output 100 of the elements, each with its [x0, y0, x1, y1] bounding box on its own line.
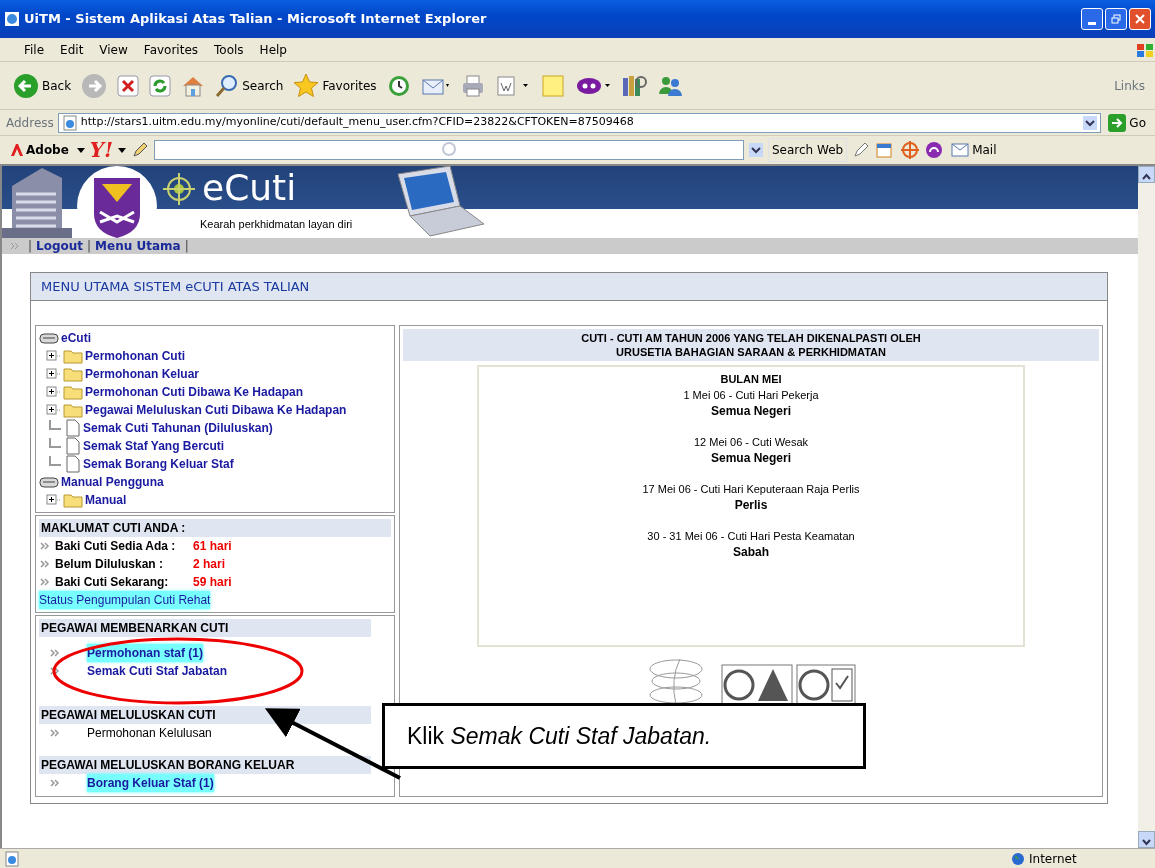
staff-link[interactable]: Semak Cuti Staf Jabatan — [87, 662, 228, 680]
status-zone: Internet — [1029, 850, 1077, 868]
separator: | — [184, 238, 189, 255]
double-chevron-icon — [49, 648, 61, 658]
staff-link[interactable]: Permohonan staf (1) — [87, 644, 203, 662]
expand-icon[interactable] — [45, 384, 61, 400]
tree-link[interactable]: Semak Staf Yang Bercuti — [83, 437, 225, 455]
document-icon — [65, 419, 81, 437]
tree-line-icon — [49, 420, 61, 430]
expand-icon[interactable] — [45, 492, 61, 508]
section-heading: PEGAWAI MELULUSKAN BORANG KELUAR — [41, 757, 295, 774]
tree-link[interactable]: Permohonan Keluar — [85, 365, 200, 383]
back-button[interactable]: Back — [10, 70, 75, 101]
double-chevron-icon — [39, 559, 51, 569]
double-chevron-icon — [39, 577, 51, 587]
menu-item[interactable]: File — [16, 40, 53, 59]
holiday-event: 17 Mei 06 - Cuti Hari Keputeraan Raja Perlis — [641, 482, 861, 497]
folder-icon — [63, 348, 83, 364]
restore-button[interactable] — [1105, 8, 1127, 30]
tree-link[interactable]: Pegawai Meluluskan Cuti Dibawa Ke Hadapan — [85, 401, 347, 419]
search-web-button[interactable]: Search Web — [767, 138, 848, 162]
holiday-event: 30 - 31 Mei 06 - Cuti Hari Pesta Keamatan — [646, 529, 856, 544]
page-icon — [4, 850, 20, 867]
document-icon — [65, 455, 81, 473]
yahoo-logo[interactable]: Y! — [89, 135, 113, 165]
drive-icon — [39, 331, 59, 345]
note-icon — [540, 73, 565, 98]
expand-icon[interactable] — [45, 348, 61, 364]
minimize-button[interactable] — [1081, 8, 1103, 30]
folder-icon — [63, 402, 83, 418]
restore-icon — [1111, 14, 1121, 24]
leave-label: Baki Cuti Sekarang: — [55, 574, 170, 591]
search-field[interactable] — [153, 140, 744, 160]
scroll-up-button[interactable] — [1138, 166, 1155, 183]
month-heading: BULAN MEI — [719, 372, 783, 387]
tree-link[interactable]: Permohonan Cuti Dibawa Ke Hadapan — [85, 383, 304, 401]
crosshair-icon — [162, 172, 196, 206]
leave-value: 61 hari — [193, 538, 232, 555]
headphones-icon[interactable] — [925, 141, 944, 159]
refresh-icon — [149, 74, 172, 97]
tree-link[interactable]: Semak Borang Keluar Staf — [83, 455, 234, 473]
clock-icon — [386, 73, 411, 98]
section-heading: MAKLUMAT CUTI ANDA : — [41, 520, 186, 537]
address-label: Address — [6, 114, 54, 132]
close-button[interactable] — [1129, 8, 1151, 30]
nav-link[interactable]: Logout — [36, 237, 84, 255]
folder-icon — [63, 492, 83, 508]
window-title: UiTM - Sistem Aplikasi Atas Talian - Microsoft Internet Explorer — [24, 10, 488, 29]
dropdown-arrow-icon — [117, 146, 126, 154]
tree-line-icon — [49, 456, 61, 466]
folder-icon — [63, 366, 83, 382]
search-button[interactable]: Search — [212, 71, 287, 100]
menu-item[interactable]: View — [91, 40, 136, 59]
adobe-button[interactable]: Adobe — [8, 139, 72, 161]
page-icon — [61, 114, 78, 131]
dropdown-arrow-icon — [76, 146, 85, 154]
scroll-down-button[interactable] — [1138, 831, 1155, 848]
menu-item[interactable]: Favorites — [135, 40, 207, 59]
tree-link[interactable]: Permohonan Cuti — [85, 347, 185, 365]
tree-link[interactable]: Semak Cuti Tahunan (Diluluskan) — [83, 419, 273, 437]
app-title: eCuti — [201, 166, 298, 210]
expand-icon[interactable] — [45, 402, 61, 418]
panel-title: MENU UTAMA SISTEM eCUTI ATAS TALIAN — [41, 277, 310, 296]
pencil-icon[interactable] — [852, 141, 871, 159]
minimize-icon — [1088, 21, 1096, 25]
header-line: CUTI - CUTI AM TAHUN 2006 YANG TELAH DIKENALPASTI OLEH — [580, 331, 922, 345]
tree-link[interactable]: Manual Pengguna — [61, 473, 164, 491]
leave-label: Belum Diluluskan : — [55, 556, 165, 573]
section-heading: PEGAWAI MEMBENARKAN CUTI — [41, 620, 229, 637]
expand-icon[interactable] — [45, 366, 61, 382]
leave-label: Baki Cuti Sedia Ada : — [55, 538, 177, 555]
holiday-region: Sabah — [732, 544, 770, 560]
tree-link[interactable]: Manual — [85, 491, 127, 509]
menu-item[interactable]: Help — [251, 40, 295, 59]
browser-icon — [4, 11, 20, 27]
pencil-icon[interactable] — [130, 141, 149, 159]
mail-button[interactable]: Mail — [948, 139, 1000, 161]
double-chevron-icon — [39, 541, 51, 551]
holiday-event: 1 Mei 06 - Cuti Hari Pekerja — [682, 388, 820, 403]
star-icon — [293, 72, 320, 99]
address-field[interactable]: http://stars1.uitm.edu.my/myonline/cuti/default_menu_user.cfm?CFID=23822&CFTOKEN=87509468 — [57, 112, 1102, 133]
holiday-region: Semua Negeri — [709, 450, 792, 466]
search-icon — [215, 73, 240, 98]
links-label[interactable]: Links — [1114, 76, 1145, 95]
tree-link[interactable]: eCuti — [61, 329, 91, 347]
leave-value: 2 hari — [193, 556, 225, 573]
menu-link[interactable]: Permohonan Kelulusan — [87, 724, 212, 742]
favorites-button[interactable]: Favorites — [290, 70, 380, 101]
menu-item[interactable]: Edit — [52, 40, 92, 59]
go-button[interactable]: Go — [1105, 111, 1149, 134]
menu-item[interactable]: Tools — [206, 40, 252, 59]
staff-link[interactable]: Borang Keluar Staf (1) — [87, 774, 214, 792]
drive-icon — [39, 475, 59, 489]
separator: | — [28, 238, 33, 255]
status-link[interactable]: Status Pengumpulan Cuti Rehat — [39, 591, 211, 609]
target-icon[interactable] — [900, 140, 921, 160]
document-icon — [65, 437, 81, 455]
stop-icon — [117, 74, 140, 97]
separator: | — [87, 238, 92, 255]
nav-link[interactable]: Menu Utama — [95, 237, 181, 255]
